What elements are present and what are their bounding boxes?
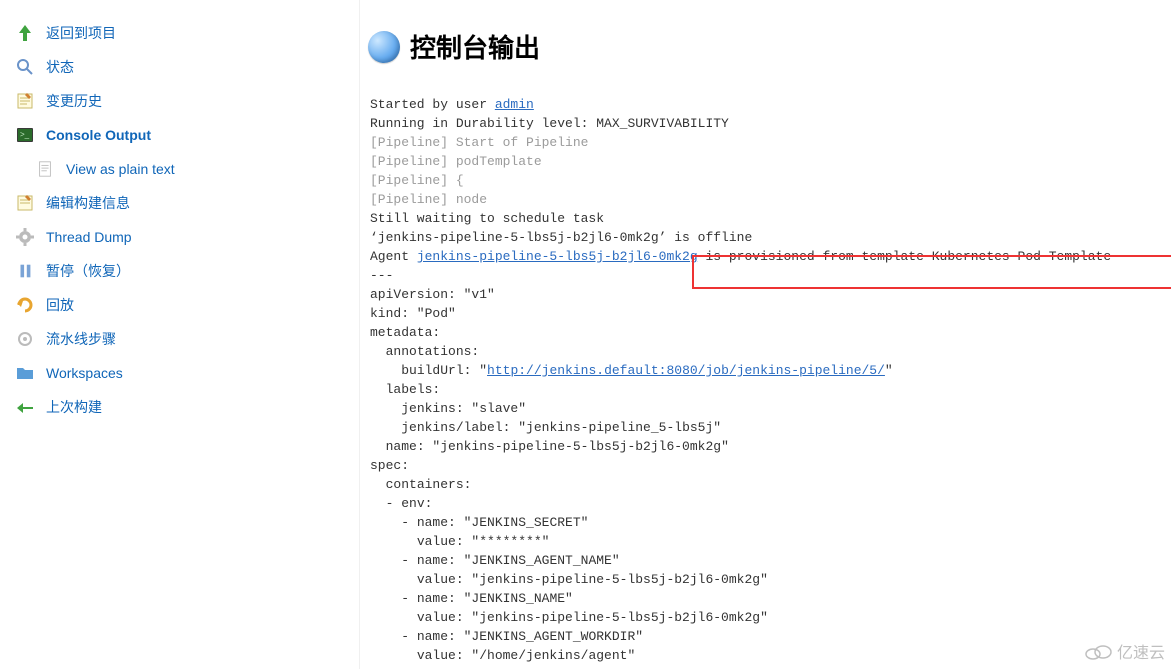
- console-text: annotations:: [370, 344, 479, 359]
- sidebar-item-label: Workspaces: [46, 365, 123, 381]
- page-heading: 控制台输出: [368, 28, 1161, 65]
- sidebar-item-back-to-project[interactable]: 返回到项目: [0, 16, 359, 50]
- notepad-icon: [14, 90, 36, 112]
- console-text: ‘jenkins-pipeline-5-lbs5j-b2jl6-0mk2g’ i…: [370, 230, 752, 245]
- console-text: spec:: [370, 458, 409, 473]
- sidebar-item-workspaces[interactable]: Workspaces: [0, 356, 359, 390]
- console-text: ": [885, 363, 893, 378]
- sidebar-item-changes[interactable]: 变更历史: [0, 84, 359, 118]
- console-text: Agent: [370, 249, 417, 264]
- console-muted: [Pipeline] node: [370, 192, 487, 207]
- sidebar-item-label: 流水线步骤: [46, 329, 116, 349]
- sidebar-item-pause-resume[interactable]: 暂停（恢复）: [0, 254, 359, 288]
- console-text: - name: "JENKINS_AGENT_WORKDIR": [370, 629, 643, 644]
- console-text: ---: [370, 268, 393, 283]
- watermark: 亿速云: [1083, 639, 1165, 663]
- status-ball-icon: [368, 31, 400, 63]
- sidebar-item-label: 编辑构建信息: [46, 193, 130, 213]
- console-muted: [Pipeline] podTemplate: [370, 154, 542, 169]
- console-text: - name: "JENKINS_NAME": [370, 591, 573, 606]
- redo-arrow-icon: [14, 294, 36, 316]
- terminal-icon: >_: [14, 124, 36, 146]
- console-text: kind: "Pod": [370, 306, 456, 321]
- sidebar-item-replay[interactable]: 回放: [0, 288, 359, 322]
- sidebar: 返回到项目 状态 变更历史 >_ Console Output View as …: [0, 0, 360, 669]
- folder-icon: [14, 362, 36, 384]
- console-text: - name: "JENKINS_AGENT_NAME": [370, 553, 620, 568]
- console-text: name: "jenkins-pipeline-5-lbs5j-b2jl6-0m…: [370, 439, 729, 454]
- watermark-text: 亿速云: [1117, 639, 1165, 663]
- page-title: 控制台输出: [410, 28, 540, 65]
- sidebar-item-view-plain-text[interactable]: View as plain text: [0, 152, 359, 186]
- console-text: - name: "JENKINS_SECRET": [370, 515, 588, 530]
- svg-text:>_: >_: [20, 130, 30, 139]
- console-text: jenkins: "slave": [370, 401, 526, 416]
- cloud-icon: [1083, 641, 1113, 661]
- gear-icon: [14, 226, 36, 248]
- sidebar-item-label: Console Output: [46, 127, 151, 143]
- console-output-text: Started by user admin Running in Durabil…: [370, 95, 1161, 665]
- console-text: value: "/home/jenkins/agent": [370, 648, 635, 663]
- console-text: jenkins/label: "jenkins-pipeline_5-lbs5j…: [370, 420, 721, 435]
- pause-icon: [14, 260, 36, 282]
- console-text: apiVersion: "v1": [370, 287, 495, 302]
- left-arrow-icon: [14, 396, 36, 418]
- console-text: containers:: [370, 477, 471, 492]
- notepad-pencil-icon: [14, 192, 36, 214]
- agent-link[interactable]: jenkins-pipeline-5-lbs5j-b2jl6-0mk2g: [417, 249, 698, 264]
- sidebar-item-label: Thread Dump: [46, 229, 132, 245]
- console-text: metadata:: [370, 325, 440, 340]
- sidebar-item-pipeline-steps[interactable]: 流水线步骤: [0, 322, 359, 356]
- sidebar-item-label: 返回到项目: [46, 23, 116, 43]
- sidebar-item-label: 上次构建: [46, 397, 102, 417]
- console-text: value: "jenkins-pipeline-5-lbs5j-b2jl6-0…: [370, 572, 768, 587]
- sidebar-item-thread-dump[interactable]: Thread Dump: [0, 220, 359, 254]
- console-text: Started by user: [370, 97, 495, 112]
- sidebar-item-status[interactable]: 状态: [0, 50, 359, 84]
- gear-outline-icon: [14, 328, 36, 350]
- console-text: value: "jenkins-pipeline-5-lbs5j-b2jl6-0…: [370, 610, 768, 625]
- sidebar-item-label: 回放: [46, 295, 74, 315]
- console-muted: [Pipeline] Start of Pipeline: [370, 135, 588, 150]
- console-text: value: "********": [370, 534, 549, 549]
- console-text: - env:: [370, 496, 432, 511]
- build-url-link[interactable]: http://jenkins.default:8080/job/jenkins-…: [487, 363, 885, 378]
- sidebar-item-label: 暂停（恢复）: [46, 261, 130, 281]
- console-muted: [Pipeline] {: [370, 173, 464, 188]
- sidebar-item-console-output[interactable]: >_ Console Output: [0, 118, 359, 152]
- user-link[interactable]: admin: [495, 97, 534, 112]
- sidebar-item-edit-build-info[interactable]: 编辑构建信息: [0, 186, 359, 220]
- up-arrow-icon: [14, 22, 36, 44]
- content: 控制台输出 Started by user admin Running in D…: [360, 0, 1171, 669]
- search-icon: [14, 56, 36, 78]
- console-text: buildUrl: ": [370, 363, 487, 378]
- document-icon: [34, 158, 56, 180]
- console-text: is provisioned from template Kubernetes …: [698, 249, 1111, 264]
- sidebar-item-previous-build[interactable]: 上次构建: [0, 390, 359, 424]
- console-text: Running in Durability level: MAX_SURVIVA…: [370, 116, 729, 131]
- console-text: Still waiting to schedule task: [370, 211, 604, 226]
- sidebar-item-label: 变更历史: [46, 91, 102, 111]
- sidebar-item-label: 状态: [46, 57, 74, 77]
- sidebar-item-label: View as plain text: [66, 161, 175, 177]
- console-text: labels:: [370, 382, 440, 397]
